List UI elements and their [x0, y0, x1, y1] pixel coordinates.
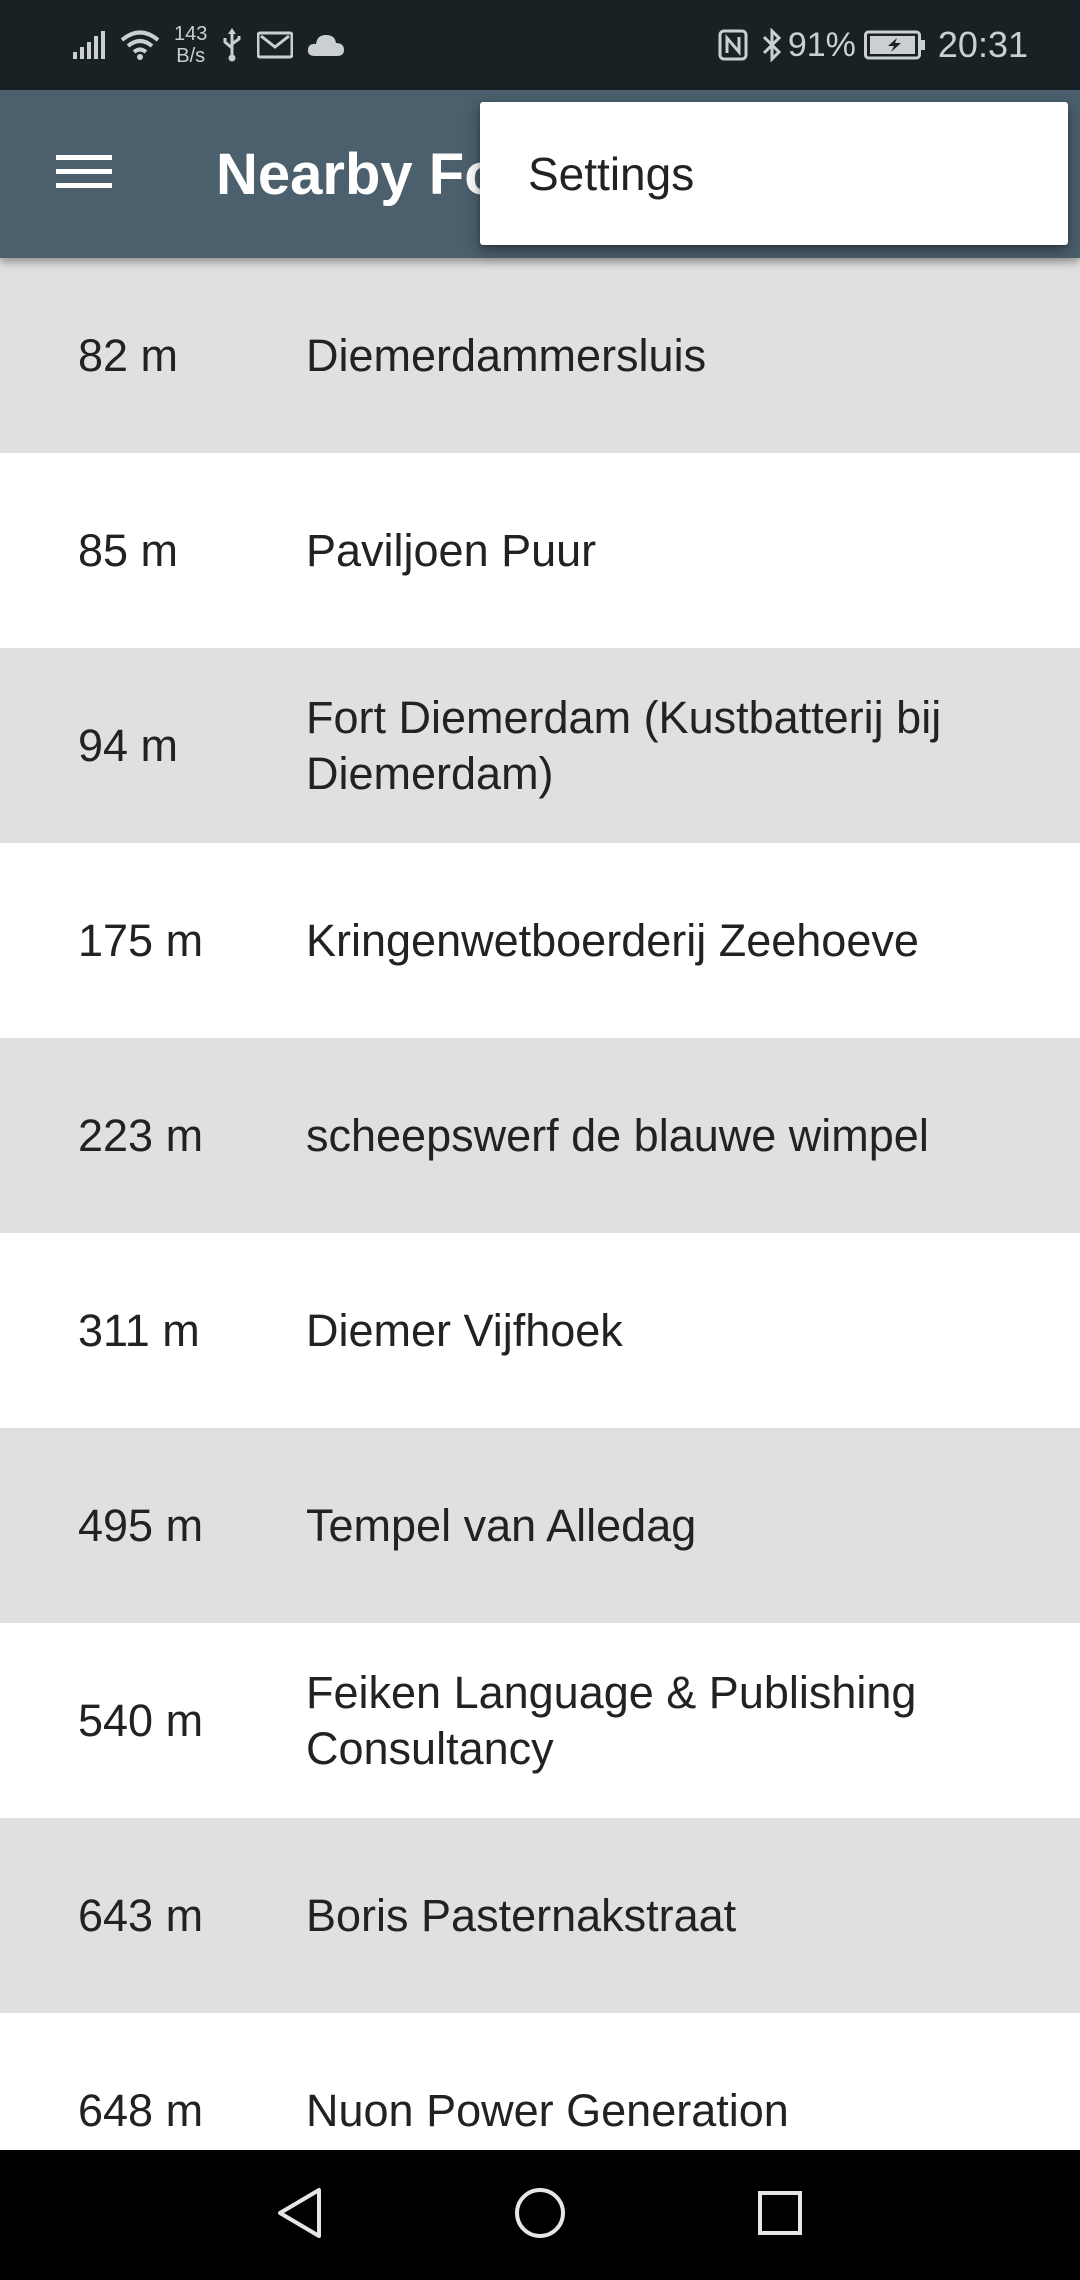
gmail-icon: [257, 31, 294, 59]
menu-item-settings[interactable]: Settings: [480, 102, 1068, 245]
place-name: Diemer Vijfhoek: [306, 1304, 623, 1356]
back-button[interactable]: [260, 2175, 340, 2255]
distance-label: 82 m: [78, 329, 179, 381]
distance-label: 643 m: [78, 1889, 204, 1941]
place-name: Diemerdammersluis: [306, 329, 707, 381]
distance-label: 540 m: [78, 1694, 204, 1746]
place-name: Feiken Language & Publishing Consultancy: [306, 1666, 917, 1774]
list-item[interactable]: 311 m Diemer Vijfhoek: [0, 1233, 1080, 1428]
signal-icon: [72, 30, 106, 60]
nfc-icon: [718, 29, 748, 61]
nearby-places-list[interactable]: 82 m Diemerdammersluis 85 m Paviljoen Pu…: [0, 258, 1080, 2150]
place-name: Nuon Power Generation: [306, 2084, 789, 2136]
bluetooth-icon: [762, 28, 782, 62]
distance-label: 85 m: [78, 524, 179, 576]
list-item[interactable]: 540 m Feiken Language & Publishing Consu…: [0, 1623, 1080, 1818]
place-name: Paviljoen Puur: [306, 524, 597, 576]
list-item[interactable]: 175 m Kringenwetboerderij Zeehoeve: [0, 843, 1080, 1038]
status-bar: 143 B/s 91% 20:31: [0, 0, 1080, 90]
status-left-group: 143 B/s: [72, 0, 359, 90]
place-name: Fort Diemerdam (Kustbatterij bij Diemerd…: [306, 691, 942, 799]
battery-percent: 91%: [787, 25, 856, 64]
place-name: scheepswerf de blauwe wimpel: [306, 1109, 929, 1161]
distance-label: 311 m: [78, 1304, 200, 1356]
battery-icon: [863, 30, 926, 60]
network-speed-unit: B/s: [176, 45, 206, 67]
usb-icon: [221, 28, 243, 62]
cloud-icon: [307, 32, 345, 58]
recents-icon: [756, 2189, 804, 2242]
list-item[interactable]: 82 m Diemerdammersluis: [0, 258, 1080, 453]
network-speed-value: 143: [174, 23, 208, 45]
list-item[interactable]: 94 m Fort Diemerdam (Kustbatterij bij Di…: [0, 648, 1080, 843]
list-item[interactable]: 495 m Tempel van Alledag: [0, 1428, 1080, 1623]
menu-button[interactable]: [40, 130, 128, 218]
status-right-group: 91% 20:31: [718, 0, 1028, 90]
overflow-popup-menu: Settings: [480, 102, 1068, 245]
home-button[interactable]: [500, 2175, 580, 2255]
distance-label: 495 m: [78, 1499, 204, 1551]
home-icon: [513, 2186, 567, 2245]
list-item[interactable]: 648 m Nuon Power Generation: [0, 2013, 1080, 2150]
hamburger-menu-icon: [56, 152, 112, 197]
system-navigation-bar: [0, 2150, 1080, 2280]
place-name: Boris Pasternakstraat: [306, 1889, 737, 1941]
distance-label: 175 m: [78, 914, 204, 966]
clock: 20:31: [937, 24, 1028, 65]
recents-button[interactable]: [740, 2175, 820, 2255]
place-name: Kringenwetboerderij Zeehoeve: [306, 914, 919, 966]
list-item[interactable]: 643 m Boris Pasternakstraat: [0, 1818, 1080, 2013]
page-title: Nearby Fo: [216, 141, 500, 207]
wifi-icon: [120, 29, 160, 61]
distance-label: 648 m: [78, 2084, 204, 2136]
list-item[interactable]: 223 m scheepswerf de blauwe wimpel: [0, 1038, 1080, 1233]
distance-label: 94 m: [78, 719, 179, 771]
network-speed: 143 B/s: [174, 23, 207, 67]
back-icon: [275, 2186, 325, 2245]
distance-label: 223 m: [78, 1109, 204, 1161]
list-item[interactable]: 85 m Paviljoen Puur: [0, 453, 1080, 648]
place-name: Tempel van Alledag: [306, 1499, 697, 1551]
